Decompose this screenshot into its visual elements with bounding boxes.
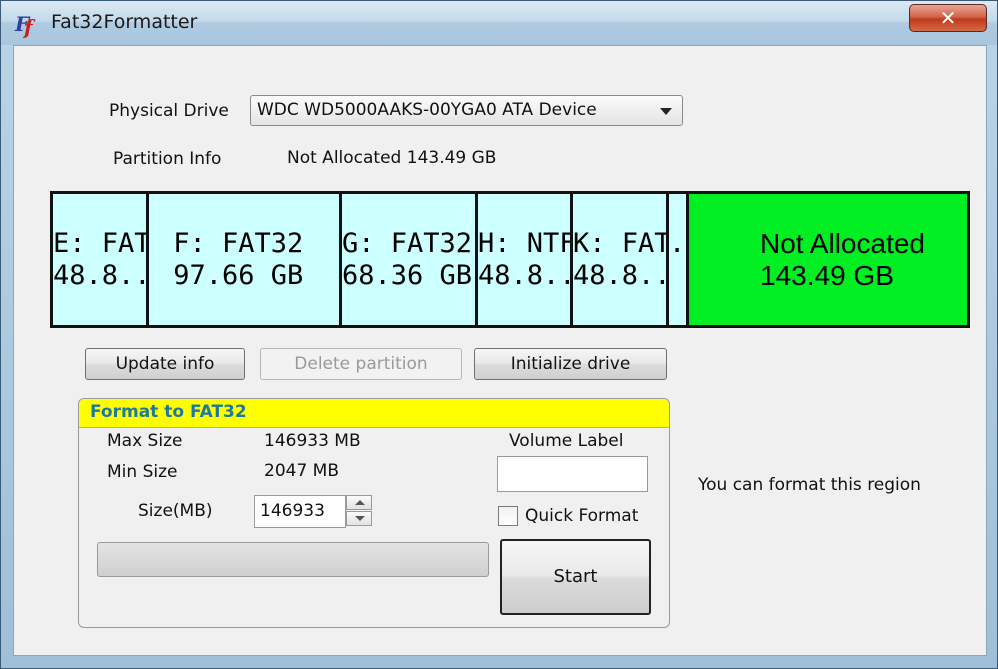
start-button[interactable]: Start <box>500 539 651 615</box>
partition-size: 48.8... <box>53 260 146 291</box>
min-size-label: Min Size <box>107 462 178 482</box>
partition-segment[interactable]: H: NTFS 48.8... <box>478 194 570 325</box>
physical-drive-value: WDC WD5000AAKS-00YGA0 ATA Device <box>257 100 597 120</box>
partition-name: H: NTFS <box>478 228 570 259</box>
format-hint-text: You can format this region <box>698 475 921 495</box>
app-logo-icon: Ff <box>15 12 33 39</box>
partition-name: Not Allocated <box>760 228 925 259</box>
partition-segment[interactable]: G: FAT32 68.36 GB <box>342 194 475 325</box>
size-label: Size(MB) <box>138 501 213 521</box>
physical-drive-label: Physical Drive <box>109 101 229 121</box>
chevron-down-icon[interactable] <box>660 108 672 115</box>
quick-format-checkbox[interactable] <box>498 506 518 526</box>
format-group-header: Format to FAT32 <box>79 399 669 428</box>
size-input-value: 146933 <box>260 501 325 521</box>
arrow-up-icon <box>355 500 365 505</box>
partition-segment[interactable]: K: FAT32 48.8... <box>573 194 666 325</box>
app-window: Ff Fat32Formatter ✕ Physical Drive WDC W… <box>0 0 998 669</box>
partition-name: F: FAT32 <box>157 228 304 259</box>
volume-label-label: Volume Label <box>509 431 624 451</box>
partition-info-label: Partition Info <box>113 149 222 169</box>
partition-info-value: Not Allocated 143.49 GB <box>287 148 497 168</box>
delete-partition-button: Delete partition <box>260 348 462 380</box>
unallocated-segment[interactable]: Not Allocated 143.49 GB <box>689 194 967 325</box>
update-info-button[interactable]: Update info <box>85 348 245 380</box>
partition-size: 48.8... <box>478 260 570 291</box>
quick-format-label[interactable]: Quick Format <box>525 506 638 526</box>
physical-drive-select[interactable]: WDC WD5000AAKS-00YGA0 ATA Device <box>250 95 683 126</box>
size-input[interactable]: 146933 <box>254 495 346 528</box>
partition-segment[interactable]: E: FAT32 48.8... <box>53 194 146 325</box>
partition-size: 68.36 GB <box>342 260 473 291</box>
partition-segment[interactable]: . <box>669 194 686 325</box>
size-increment-button[interactable] <box>346 495 372 510</box>
disk-map: E: FAT32 48.8... F: FAT32 97.66 GB G: FA… <box>50 191 970 328</box>
size-decrement-button[interactable] <box>346 511 372 526</box>
max-size-value: 146933 MB <box>264 431 361 451</box>
close-button[interactable]: ✕ <box>909 4 987 32</box>
arrow-down-icon <box>355 516 365 521</box>
format-progress-bar <box>97 542 489 577</box>
partition-name: E: FAT32 <box>53 228 146 259</box>
partition-size: 48.8... <box>573 260 666 291</box>
format-group-title: Format to FAT32 <box>90 402 247 422</box>
window-title: Fat32Formatter <box>51 11 198 33</box>
min-size-value: 2047 MB <box>264 461 339 481</box>
partition-name: . <box>669 228 686 259</box>
volume-label-input[interactable] <box>497 456 648 492</box>
max-size-label: Max Size <box>107 431 183 451</box>
title-bar[interactable]: Ff Fat32Formatter ✕ <box>1 1 997 45</box>
partition-size: 143.49 GB <box>760 260 894 291</box>
partition-size: 97.66 GB <box>157 260 304 291</box>
partition-name: K: FAT32 <box>573 228 666 259</box>
partition-segment[interactable]: F: FAT32 97.66 GB <box>149 194 339 325</box>
initialize-drive-button[interactable]: Initialize drive <box>474 348 667 380</box>
partition-name: G: FAT32 <box>342 228 473 259</box>
